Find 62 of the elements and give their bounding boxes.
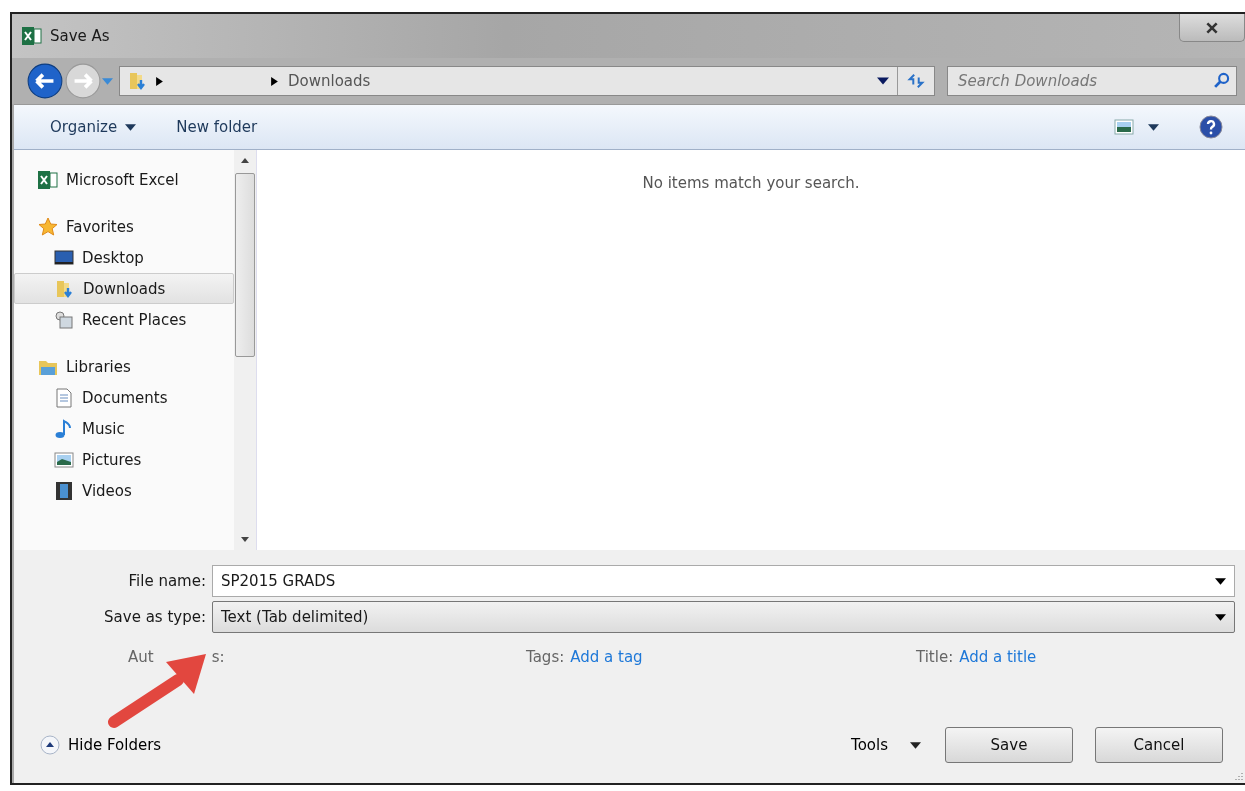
toolbar-button[interactable]: Organize: [50, 118, 137, 136]
metadata-label: s:: [211, 648, 225, 666]
metadata-label: Aut: [128, 648, 154, 666]
sidebar-item[interactable]: Desktop: [14, 242, 234, 273]
picture-icon: [54, 449, 74, 470]
sidebar-item[interactable]: Videos: [14, 475, 234, 506]
document-icon: [54, 387, 74, 408]
sidebar-item[interactable]: Microsoft Excel: [14, 164, 234, 195]
scroll-up-icon[interactable]: [241, 158, 249, 163]
close-icon: [1205, 21, 1219, 34]
caret-icon: [910, 741, 921, 749]
breadcrumb-arrow-icon: [271, 76, 278, 86]
tools-menu-button[interactable]: Tools: [851, 736, 921, 754]
folder-download-icon: [55, 278, 75, 299]
dialog-button[interactable]: Save: [945, 727, 1073, 763]
refresh-arrows-icon[interactable]: [907, 72, 925, 90]
music-note-icon: [54, 418, 74, 439]
sidebar-item[interactable]: Favorites: [14, 211, 234, 242]
close-button[interactable]: [1179, 14, 1245, 42]
sidebar-item[interactable]: Documents: [14, 382, 234, 413]
empty-message: No items match your search.: [642, 174, 860, 192]
field-label: Save as type:: [103, 608, 206, 626]
help-icon[interactable]: [1199, 115, 1223, 139]
search-icon: [1213, 72, 1230, 89]
metadata-link[interactable]: Add a tag: [570, 648, 643, 666]
address-dropdown-icon[interactable]: [877, 77, 889, 85]
metadata-label: Title:: [916, 648, 954, 666]
scroll-down-icon[interactable]: [241, 537, 249, 542]
recent-places-icon: [54, 309, 74, 330]
monitor-icon: [54, 247, 74, 268]
scrollbar[interactable]: [234, 150, 256, 550]
sidebar-item[interactable]: Downloads: [14, 273, 234, 304]
spreadsheet-app-icon: [38, 169, 58, 190]
hide-folders-button[interactable]: Hide Folders: [40, 735, 162, 755]
file-type-dropdown[interactable]: Text (Tab delimited): [212, 601, 1235, 633]
sidebar-item[interactable]: Libraries: [14, 351, 234, 382]
metadata-label: Tags:: [526, 648, 565, 666]
address-bar[interactable]: Downloads: [119, 66, 935, 96]
resize-grip-icon[interactable]: [1233, 771, 1243, 781]
caret-icon: [1215, 613, 1226, 621]
spreadsheet-app-icon: [22, 26, 42, 46]
dialog-button[interactable]: Cancel: [1095, 727, 1223, 763]
back-arrow-button[interactable]: [26, 62, 64, 100]
search-field[interactable]: Search Downloads: [947, 66, 1237, 96]
breadcrumb-arrow-icon: [156, 76, 163, 86]
toolbar-button[interactable]: New folder: [176, 118, 258, 136]
sidebar-item[interactable]: Recent Places: [14, 304, 234, 335]
field-label: File name:: [127, 572, 206, 590]
window-title: Save As: [50, 27, 110, 45]
view-caret-icon[interactable]: [1148, 123, 1159, 131]
star-icon: [38, 216, 58, 237]
film-strip-icon: [54, 480, 74, 501]
view-picture-icon[interactable]: [1114, 119, 1134, 135]
metadata-link[interactable]: Add a title: [959, 648, 1037, 666]
sidebar-item[interactable]: Pictures: [14, 444, 234, 475]
file-name-field[interactable]: SP2015 GRADS: [212, 565, 1235, 597]
caret-icon: [125, 123, 137, 131]
sidebar-item[interactable]: Music: [14, 413, 234, 444]
scroll-thumb[interactable]: [235, 173, 255, 357]
folder-download-icon: [128, 71, 148, 91]
caret-icon: [1215, 577, 1226, 585]
breadcrumb-segment[interactable]: Downloads: [288, 72, 371, 90]
